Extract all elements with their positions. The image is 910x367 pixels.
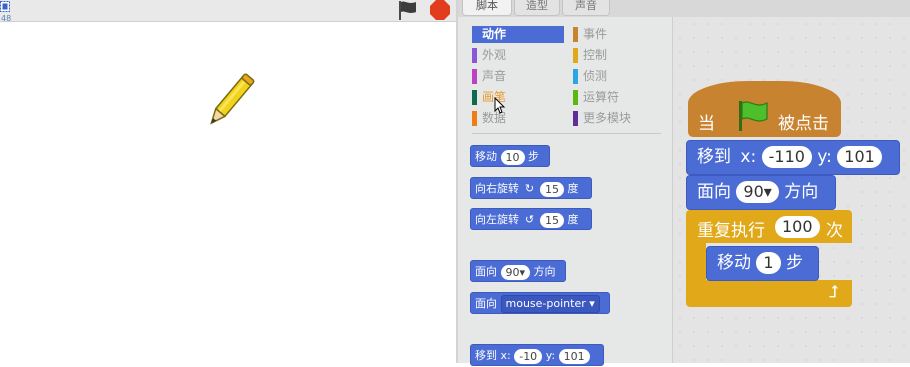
block-label: 方向	[784, 182, 819, 202]
category-control[interactable]: 控制	[573, 47, 665, 64]
category-swatch	[573, 90, 578, 105]
block-label: 方向	[533, 265, 556, 278]
category-swatch	[472, 69, 477, 84]
repeat-block-footer	[686, 280, 852, 307]
block-number-input[interactable]: 15	[540, 212, 564, 228]
x-input[interactable]: -10	[514, 348, 543, 364]
category-operators[interactable]: 运算符	[573, 89, 665, 106]
repeat-label: 重复执行	[697, 221, 765, 241]
repeat-suffix-label: 次	[826, 221, 843, 241]
x-input[interactable]: -110	[761, 146, 812, 168]
pencil-sprite[interactable]	[200, 68, 260, 134]
tab-sounds[interactable]: 声音	[562, 0, 610, 16]
palette-divider	[472, 133, 661, 134]
tab-scripts[interactable]: 脚本	[462, 0, 512, 16]
block-label: 面向	[475, 297, 497, 310]
repeat-count-input[interactable]: 100	[775, 216, 820, 238]
category-swatch	[472, 90, 477, 105]
block-palette: 动作 外观 声音 画笔 数据 事件 控制 侦测 运算符 更多模块 移动 10 步…	[458, 17, 672, 366]
block-label: 移动	[475, 150, 497, 163]
tab-costumes[interactable]: 造型	[514, 0, 560, 16]
category-sensing[interactable]: 侦测	[573, 68, 665, 85]
category-motion[interactable]: 动作	[472, 26, 564, 43]
block-label: 面向	[697, 182, 731, 202]
repeat-block-arm	[686, 243, 706, 280]
block-label: 向右旋转	[475, 182, 519, 195]
block-label: y:	[545, 349, 556, 362]
category-swatch	[573, 111, 578, 126]
block-label: y:	[817, 147, 832, 167]
stop-icon[interactable]	[430, 0, 450, 20]
when-flag-clicked-block[interactable]: 当 被点击	[688, 81, 841, 137]
category-looks[interactable]: 外观	[472, 47, 564, 64]
block-number-input[interactable]: 15	[540, 181, 564, 197]
block-label: 步	[786, 253, 803, 273]
block-label: 面向	[475, 265, 497, 278]
direction-dropdown[interactable]: 90▾	[500, 264, 531, 280]
block-label: 移动	[717, 253, 751, 273]
palette-block-turn-right[interactable]: 向右旋转 ↻ 15 度	[470, 177, 592, 199]
category-swatch	[472, 48, 477, 63]
presentation-mode-icon[interactable]	[0, 1, 10, 13]
y-input[interactable]: 101	[837, 146, 882, 168]
direction-dropdown[interactable]: 90▾	[736, 181, 779, 203]
category-pen[interactable]: 画笔	[472, 89, 564, 106]
category-swatch	[573, 69, 578, 84]
hat-prefix-label: 当	[698, 114, 715, 134]
category-more-blocks[interactable]: 更多模块	[573, 110, 665, 127]
rotate-clockwise-icon: ↻	[524, 182, 535, 195]
mouse-cursor-icon	[494, 97, 506, 114]
palette-block-turn-left[interactable]: 向左旋转 ↺ 15 度	[470, 208, 592, 230]
category-swatch	[573, 48, 578, 63]
y-input[interactable]: 101	[558, 348, 590, 364]
green-flag-icon[interactable]	[396, 0, 418, 20]
palette-block-move[interactable]: 移动 10 步	[470, 145, 550, 167]
block-label: 向左旋转	[475, 213, 519, 226]
palette-block-point-towards[interactable]: 面向 mouse-pointer ▾	[470, 292, 610, 314]
go-to-xy-block[interactable]: 移到 x: -110 y: 101	[686, 140, 900, 175]
green-flag-icon	[739, 101, 768, 131]
palette-block-point-direction[interactable]: 面向 90▾ 方向	[470, 260, 566, 282]
target-dropdown[interactable]: mouse-pointer ▾	[500, 295, 600, 313]
category-data[interactable]: 数据	[472, 110, 564, 127]
block-label: 移到 x:	[475, 349, 511, 362]
block-label: x:	[740, 147, 757, 167]
move-steps-block[interactable]: 移动 1 步	[706, 246, 819, 281]
block-label: 度	[567, 182, 579, 195]
category-sound[interactable]: 声音	[472, 68, 564, 85]
category-events[interactable]: 事件	[573, 26, 665, 43]
stage-canvas[interactable]	[0, 22, 456, 363]
category-swatch	[472, 111, 477, 126]
block-label: 移到	[697, 147, 731, 167]
hat-suffix-label: 被点击	[778, 114, 829, 134]
editor-tabs: 脚本 造型 声音	[458, 0, 910, 17]
stage-toolbar: 48	[0, 0, 458, 23]
point-in-direction-block[interactable]: 面向 90▾ 方向	[686, 175, 836, 210]
block-label: 度	[567, 213, 579, 226]
loop-arrow-icon: ⮥	[829, 282, 840, 302]
steps-input[interactable]: 1	[756, 252, 781, 274]
block-number-input[interactable]: 10	[500, 149, 525, 165]
category-swatch	[573, 27, 578, 42]
block-label: 步	[528, 150, 539, 163]
scripts-area[interactable]: 当 被点击 移到 x: -110 y: 101 面向 90▾ 方向 重复执行 1…	[672, 17, 910, 363]
rotate-counterclockwise-icon: ↺	[524, 213, 535, 226]
